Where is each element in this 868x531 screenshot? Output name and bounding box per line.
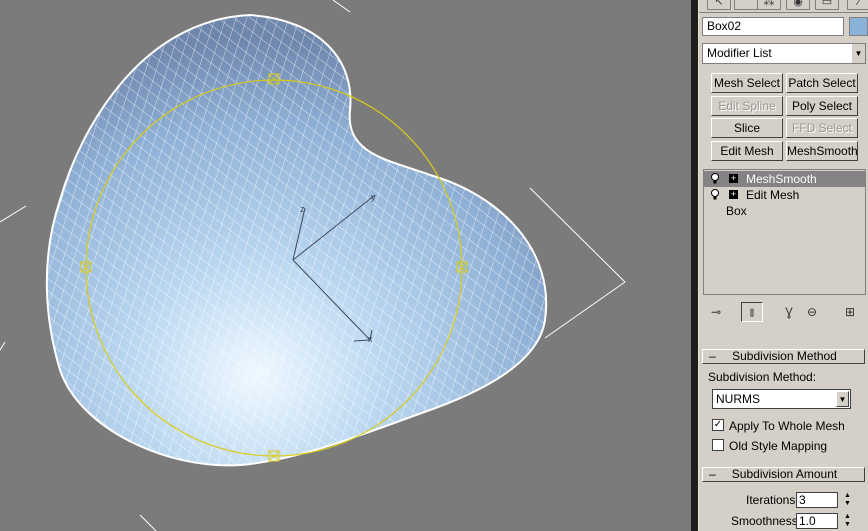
svg-text:y: y (371, 192, 376, 202)
stack-item-edit-mesh[interactable]: + Edit Mesh (704, 187, 865, 203)
display-tab-icon[interactable]: ▭ (815, 0, 839, 10)
meshsmooth-button[interactable]: MeshSmooth (786, 141, 858, 161)
configure-modifier-sets-icon[interactable]: ⊞ (839, 302, 861, 322)
stack-item-label: MeshSmooth (746, 172, 817, 186)
modifier-list-dropdown[interactable]: Modifier List ▼ (702, 43, 866, 64)
stack-item-meshsmooth[interactable]: + MeshSmooth (704, 171, 865, 187)
slice-button[interactable]: Slice (711, 118, 783, 138)
chevron-down-icon: ▼ (836, 391, 849, 407)
utilities-tab-icon[interactable]: ⁄ (847, 0, 868, 10)
modify-tab-icon[interactable]: ⌒ (734, 0, 758, 10)
collapse-minus-icon: – (709, 467, 716, 481)
expand-plus-icon[interactable]: + (729, 174, 738, 183)
viewport-scene: z y x (0, 0, 691, 531)
lightbulb-icon[interactable] (710, 189, 720, 201)
viewport-divider (691, 0, 699, 531)
rollout-title: Subdivision Method (732, 349, 837, 363)
old-style-mapping-label: Old Style Mapping (729, 439, 828, 453)
object-color-swatch[interactable] (849, 17, 868, 36)
collapse-minus-icon: – (709, 349, 716, 363)
mesh-select-button[interactable]: Mesh Select (711, 73, 783, 93)
stack-toolbar: ⊸ ‖ Ɣ ⊖ ⊞ (703, 302, 866, 324)
hierarchy-tab-icon[interactable]: ⁂ (757, 0, 781, 10)
lightbulb-icon[interactable] (710, 173, 720, 185)
patch-select-button[interactable]: Patch Select (786, 73, 858, 93)
iterations-spinner-arrows[interactable]: ▲ ▼ (843, 492, 852, 508)
subdivision-method-label: Subdivision Method: (708, 370, 817, 384)
rollout-title: Subdivision Amount (731, 467, 838, 481)
subdivision-method-value: NURMS (716, 392, 760, 406)
poly-select-button[interactable]: Poly Select (786, 96, 858, 116)
svg-text:z: z (300, 204, 305, 214)
svg-text:x: x (368, 334, 373, 344)
pin-stack-icon[interactable]: ⊸ (705, 302, 727, 322)
make-unique-icon[interactable]: Ɣ (778, 302, 800, 322)
subdivision-amount-header[interactable]: Subdivision Amount – (702, 467, 865, 482)
show-end-result-icon[interactable]: ‖ (741, 302, 763, 322)
smoothness-spinner-field[interactable]: 1.0 (796, 513, 838, 529)
subdivision-method-select[interactable]: NURMS ▼ (712, 389, 851, 409)
iterations-spinner-field[interactable]: 3 (796, 492, 838, 508)
object-name-field[interactable]: Box02 (702, 17, 844, 36)
mesh-object-box02[interactable] (0, 0, 691, 531)
old-style-mapping-checkbox[interactable] (712, 439, 724, 451)
stack-item-box[interactable]: Box (704, 203, 865, 219)
expand-plus-icon[interactable]: + (729, 190, 738, 199)
edit-mesh-button[interactable]: Edit Mesh (711, 141, 783, 161)
smoothness-spinner-arrows[interactable]: ▲ ▼ (843, 513, 852, 529)
chevron-down-icon: ▼ (851, 44, 865, 63)
remove-modifier-icon[interactable]: ⊖ (801, 302, 823, 322)
command-panel-tabs: ↖ ⌒ ⁂ ◉ ▭ ⁄ (699, 0, 868, 13)
smoothness-label: Smoothness: (731, 514, 802, 528)
apply-to-whole-mesh-label: Apply To Whole Mesh (729, 419, 845, 433)
command-panel: ↖ ⌒ ⁂ ◉ ▭ ⁄ Box02 Modifier List ▼ Mesh S… (699, 0, 868, 531)
create-tab-icon[interactable]: ↖ (707, 0, 731, 10)
ffd-select-button[interactable]: FFD Select (786, 118, 858, 138)
subdivision-method-header[interactable]: Subdivision Method – (702, 349, 865, 364)
iterations-label: Iterations: (746, 493, 799, 507)
motion-tab-icon[interactable]: ◉ (786, 0, 810, 10)
stack-item-label: Edit Mesh (746, 188, 800, 202)
modifier-list-label: Modifier List (707, 46, 772, 60)
apply-to-whole-mesh-checkbox[interactable]: ✓ (712, 419, 724, 431)
modifier-stack: + MeshSmooth + Edit Mesh Box (703, 169, 866, 295)
perspective-viewport[interactable]: z y x (0, 0, 691, 531)
edit-spline-button[interactable]: Edit Spline (711, 96, 783, 116)
stack-item-label: Box (726, 204, 747, 218)
